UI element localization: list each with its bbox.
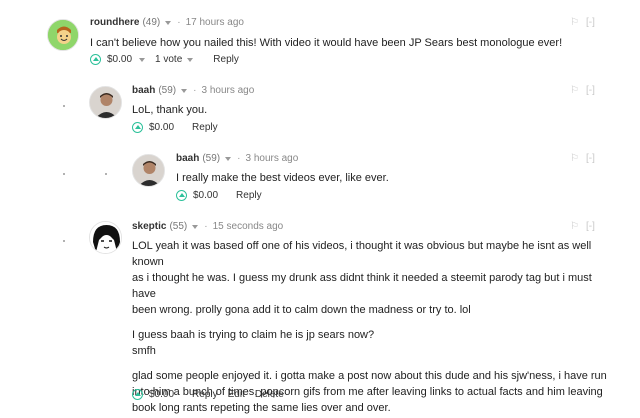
thread-dot: [63, 105, 65, 107]
comment-line: I guess baah is trying to claim he is jp…: [132, 329, 375, 341]
comment-header: roundhere (49) · 17 hours ago: [90, 17, 244, 28]
comment-paragraph: I really make the best videos ever, like…: [176, 172, 389, 184]
author-name[interactable]: roundhere: [90, 17, 139, 28]
reputation: (59): [158, 85, 177, 96]
comment-line: smfh: [132, 345, 156, 357]
anime-face-avatar-icon: [90, 222, 121, 253]
comment-body: LoL, thank you.: [132, 102, 592, 118]
comment-body: I can't believe how you nailed this! Wit…: [90, 35, 610, 51]
chevron-down-icon[interactable]: [139, 57, 146, 62]
person-photo-icon: [133, 155, 164, 186]
comment-paragraph: I can't believe how you nailed this! Wit…: [90, 37, 563, 49]
payout-amount[interactable]: $0.00: [193, 190, 218, 201]
upvote-icon[interactable]: [176, 190, 187, 201]
comment-line: book long rants repeting the same lies o…: [132, 402, 391, 414]
comment-actions: $0.00 Reply Edit Delete: [132, 389, 284, 400]
timestamp[interactable]: 17 hours ago: [186, 17, 244, 28]
collapse-toggle[interactable]: [-]: [586, 85, 595, 96]
edit-link[interactable]: Edit: [228, 389, 245, 400]
separator-dot: ·: [204, 221, 208, 232]
smiley-avatar-icon: [48, 20, 78, 50]
upvote-icon[interactable]: [132, 389, 143, 400]
reply-link[interactable]: Reply: [192, 122, 218, 133]
comment-header: baah (59) · 3 hours ago: [132, 85, 254, 96]
avatar[interactable]: [47, 19, 79, 51]
collapse-toggle[interactable]: [-]: [586, 221, 595, 232]
chevron-down-icon[interactable]: [181, 88, 188, 93]
chevron-down-icon[interactable]: [187, 57, 194, 62]
vote-count[interactable]: 1 vote: [155, 54, 182, 65]
avatar[interactable]: [89, 86, 122, 119]
timestamp[interactable]: 15 seconds ago: [213, 221, 284, 232]
comment-line: been wrong. prolly gona add it to calm d…: [132, 304, 471, 316]
comment-line: LOL yeah it was based off one of his vid…: [132, 240, 592, 268]
comment-actions: $0.00 Reply: [176, 190, 262, 201]
flag-icon[interactable]: ⚐: [570, 17, 579, 28]
avatar[interactable]: [132, 154, 165, 187]
separator-dot: ·: [177, 17, 181, 28]
reply-link[interactable]: Reply: [213, 54, 239, 65]
chevron-down-icon[interactable]: [225, 156, 232, 161]
avatar[interactable]: [89, 221, 122, 254]
author-name[interactable]: baah: [132, 85, 155, 96]
upvote-icon[interactable]: [90, 54, 101, 65]
comment-header: baah (59) · 3 hours ago: [176, 153, 298, 164]
timestamp[interactable]: 3 hours ago: [245, 153, 298, 164]
chevron-down-icon[interactable]: [165, 20, 172, 25]
comment-line: glad some people enjoyed it. i gotta mak…: [132, 370, 607, 382]
reputation: (49): [142, 17, 161, 28]
thread-dot: [63, 173, 65, 175]
flag-icon[interactable]: ⚐: [570, 221, 579, 232]
payout-amount[interactable]: $0.00: [149, 122, 174, 133]
collapse-toggle[interactable]: [-]: [586, 153, 595, 164]
reply-link[interactable]: Reply: [192, 389, 218, 400]
reply-link[interactable]: Reply: [236, 190, 262, 201]
comment-actions: $0.00 1 vote Reply: [90, 54, 239, 65]
chevron-down-icon[interactable]: [192, 224, 199, 229]
flag-icon[interactable]: ⚐: [570, 153, 579, 164]
delete-link[interactable]: Delete: [255, 389, 284, 400]
comment-header: skeptic (55) · 15 seconds ago: [132, 221, 283, 232]
separator-dot: ·: [193, 85, 197, 96]
comment-line: as i thought he was. I guess my drunk as…: [132, 272, 592, 300]
separator-dot: ·: [237, 153, 241, 164]
reputation: (55): [169, 221, 188, 232]
reputation: (59): [202, 153, 221, 164]
thread-dot: [63, 240, 65, 242]
comment-paragraph: LoL, thank you.: [132, 104, 208, 116]
author-name[interactable]: baah: [176, 153, 199, 164]
thread-dot: [105, 173, 107, 175]
collapse-toggle[interactable]: [-]: [586, 17, 595, 28]
comment-actions: $0.00 Reply: [132, 122, 218, 133]
author-name[interactable]: skeptic: [132, 221, 166, 232]
person-photo-icon: [90, 87, 121, 118]
timestamp[interactable]: 3 hours ago: [201, 85, 254, 96]
comment-body: I really make the best videos ever, like…: [176, 170, 596, 186]
payout-amount[interactable]: $0.00: [149, 389, 174, 400]
flag-icon[interactable]: ⚐: [570, 85, 579, 96]
payout-amount[interactable]: $0.00: [107, 54, 132, 65]
upvote-icon[interactable]: [132, 122, 143, 133]
